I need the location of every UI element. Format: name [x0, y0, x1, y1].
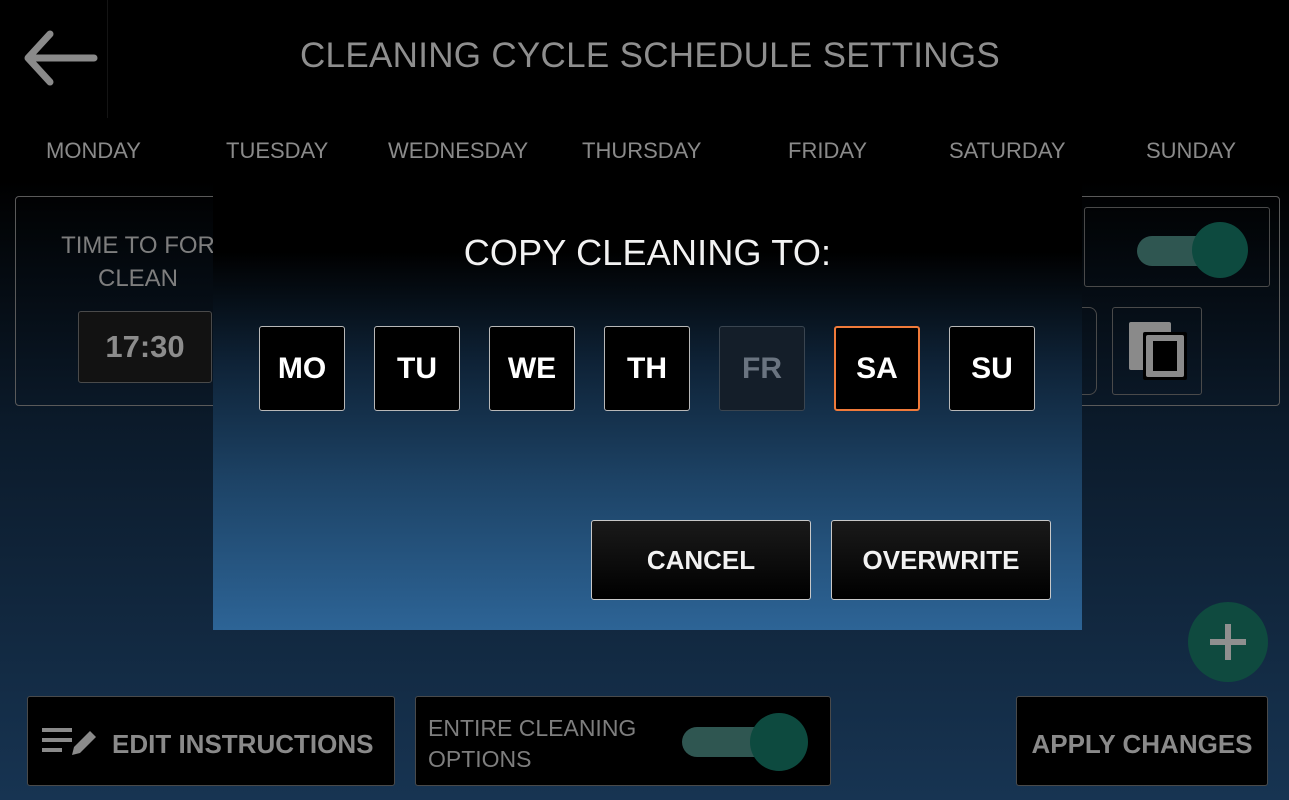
options-toggle-knob[interactable]: [750, 713, 808, 771]
copy-cleaning-dialog: COPY CLEANING TO: MO TU WE TH FR SA SU C…: [213, 172, 1082, 630]
arrow-left-icon: [24, 30, 98, 86]
day-button-fr: FR: [719, 326, 805, 411]
add-button[interactable]: [1188, 602, 1268, 682]
schedule-settings-screen: CLEANING CYCLE SCHEDULE SETTINGS MONDAY …: [0, 0, 1289, 800]
edit-instructions-label: EDIT INSTRUCTIONS: [112, 729, 374, 759]
entire-cleaning-options[interactable]: ENTIRE CLEANING OPTIONS: [415, 696, 831, 786]
copy-icon: [1129, 322, 1187, 380]
edit-notes-icon: [42, 728, 96, 755]
tab-sunday[interactable]: SUNDAY: [1146, 138, 1236, 164]
page-title: CLEANING CYCLE SCHEDULE SETTINGS: [299, 36, 1001, 75]
options-label-line-1: ENTIRE CLEANING: [428, 715, 637, 741]
options-label-line-2: OPTIONS: [428, 746, 532, 772]
apply-changes-button[interactable]: APPLY CHANGES: [1016, 696, 1268, 786]
day-button-th[interactable]: TH: [604, 326, 690, 411]
tab-tuesday[interactable]: TUESDAY: [226, 138, 328, 164]
apply-changes-label: APPLY CHANGES: [1031, 729, 1253, 759]
day-button-mo[interactable]: MO: [259, 326, 345, 411]
tab-monday[interactable]: MONDAY: [46, 138, 141, 164]
time-field[interactable]: 17:30: [78, 311, 212, 383]
tab-friday[interactable]: FRIDAY: [788, 138, 867, 164]
tab-wednesday[interactable]: WEDNESDAY: [388, 138, 528, 164]
copy-button[interactable]: [1112, 307, 1202, 395]
day-button-sa[interactable]: SA: [834, 326, 920, 411]
card-action-button[interactable]: [1081, 307, 1097, 395]
overwrite-button[interactable]: OVERWRITE: [831, 520, 1051, 600]
day-button-su[interactable]: SU: [949, 326, 1035, 411]
edit-instructions-button[interactable]: EDIT INSTRUCTIONS: [27, 696, 395, 786]
force-clean-label: TIME TO FOR CLEAN: [38, 229, 238, 295]
day-tabs: MONDAY TUESDAY WEDNESDAY THURSDAY FRIDAY…: [0, 138, 1289, 170]
day-button-we[interactable]: WE: [489, 326, 575, 411]
schedule-toggle-box: [1084, 207, 1270, 287]
cancel-button[interactable]: CANCEL: [591, 520, 811, 600]
entire-cleaning-options-label: ENTIRE CLEANING OPTIONS: [428, 713, 688, 775]
force-clean-label-text: TIME TO FOR CLEAN: [61, 232, 215, 292]
day-button-tu[interactable]: TU: [374, 326, 460, 411]
plus-icon: [1210, 624, 1246, 660]
tab-saturday[interactable]: SATURDAY: [949, 138, 1066, 164]
back-button[interactable]: [0, 0, 108, 118]
dialog-title: COPY CLEANING TO:: [463, 232, 832, 273]
tab-thursday[interactable]: THURSDAY: [582, 138, 701, 164]
schedule-toggle-knob[interactable]: [1192, 222, 1248, 278]
